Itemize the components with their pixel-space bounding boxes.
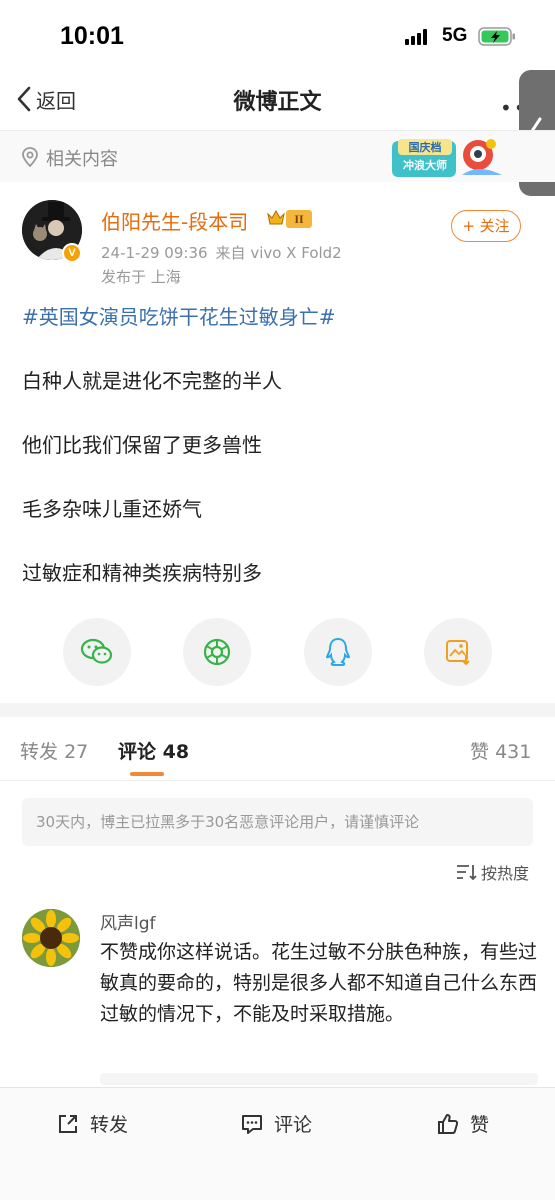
page-title: 微博正文 <box>233 90 322 115</box>
bottom-action-bar: 转发 评论 赞 <box>0 1087 555 1200</box>
level-badge: II <box>286 210 312 228</box>
commenter-avatar[interactable] <box>22 909 80 967</box>
signal-icon <box>405 29 429 45</box>
sort-icon <box>457 865 477 881</box>
qq-icon <box>325 637 351 666</box>
tab-likes[interactable]: 赞 431 <box>470 737 531 764</box>
battery-icon <box>478 27 515 46</box>
share-moments-button[interactable] <box>183 618 251 686</box>
thumbs-up-icon <box>438 1113 459 1134</box>
post-date: 24-1-29 09:36 <box>101 244 208 262</box>
promo-line2: 冲浪大师 <box>403 158 447 172</box>
post-text-line: 毛多杂味儿重还娇气 <box>22 497 202 521</box>
tab-reposts[interactable]: 转发 27 <box>20 737 88 764</box>
sort-by-hot-button[interactable]: 按热度 <box>455 860 529 884</box>
reply-preview[interactable] <box>100 1073 538 1085</box>
share-row <box>0 618 555 688</box>
promo-line1: 国庆档 <box>409 140 442 154</box>
post-source: 来自 vivo X Fold2 <box>215 244 342 262</box>
moments-icon <box>203 638 231 666</box>
tab-comments-count: 48 <box>162 741 190 763</box>
promo-banner[interactable]: 国庆档 冲浪大师 <box>390 135 510 181</box>
share-wechat-button[interactable] <box>63 618 131 686</box>
verified-badge: V <box>62 243 82 263</box>
like-label: 赞 <box>470 1114 490 1136</box>
hashtag-link[interactable]: #英国女演员吃饼干花生过敏身亡# <box>22 300 537 334</box>
status-bar: 10:01 5G <box>0 0 555 70</box>
author-header: V 伯阳先生-段本司 II 24-1-29 09:36 来自 vivo X Fol… <box>0 196 555 296</box>
active-tab-indicator <box>130 772 164 776</box>
comment-button[interactable]: 评论 <box>240 1110 312 1137</box>
tab-likes-count: 431 <box>495 741 532 763</box>
like-button[interactable]: 赞 <box>436 1110 489 1137</box>
comment-notice: 30天内，博主已拉黑多于30名恶意评论用户，请谨慎评论 <box>22 798 533 846</box>
nav-bar: 返回 微博正文 •• <box>0 70 555 128</box>
share-qq-button[interactable] <box>304 618 372 686</box>
post-body: #英国女演员吃饼干花生过敏身亡# 白种人就是进化不完整的半人 他们比我们保留了更… <box>22 300 537 590</box>
tab-comments-label: 评论 <box>118 741 157 763</box>
save-image-button[interactable] <box>424 618 492 686</box>
tab-reposts-label: 转发 <box>20 741 59 763</box>
section-divider <box>0 703 555 717</box>
wechat-icon <box>80 638 113 664</box>
network-type: 5G <box>442 25 468 46</box>
tab-likes-label: 赞 <box>470 741 490 763</box>
post-meta: 24-1-29 09:36 来自 vivo X Fold2 <box>101 242 350 263</box>
repost-icon <box>59 1114 77 1133</box>
post-location: 发布于 上海 <box>101 268 181 286</box>
post-text-line: 他们比我们保留了更多兽性 <box>22 433 262 457</box>
crown-icon <box>267 209 285 225</box>
author-name[interactable]: 伯阳先生-段本司 <box>101 206 248 235</box>
location-pin-icon <box>22 147 38 168</box>
follow-button[interactable]: + 关注 <box>451 210 521 242</box>
comment-label: 评论 <box>274 1114 313 1136</box>
save-image-icon <box>446 640 470 666</box>
post-text-line: 白种人就是进化不完整的半人 <box>22 369 282 393</box>
commenter-name[interactable]: 风声lgf <box>100 909 156 934</box>
related-content-label: 相关内容 <box>46 149 118 170</box>
repost-label: 转发 <box>90 1114 129 1136</box>
repost-button[interactable]: 转发 <box>56 1110 128 1137</box>
clock: 10:01 <box>60 22 124 50</box>
related-content-bar[interactable]: 相关内容 国庆档 冲浪大师 <box>0 130 555 182</box>
tab-comments[interactable]: 评论 48 <box>118 737 189 764</box>
sort-label: 按热度 <box>481 864 530 883</box>
interaction-tabs: 转发 27 评论 48 赞 431 <box>0 717 555 781</box>
post-text-line: 过敏症和精神类疾病特别多 <box>22 561 262 585</box>
comment-icon <box>242 1114 262 1134</box>
sunflower-image <box>22 909 80 967</box>
comment-text: 不赞成你这样说话。花生过敏不分肤色种族，有些过敏真的要命的，特别是很多人都不知道… <box>100 941 538 1025</box>
tab-reposts-count: 27 <box>64 741 89 763</box>
